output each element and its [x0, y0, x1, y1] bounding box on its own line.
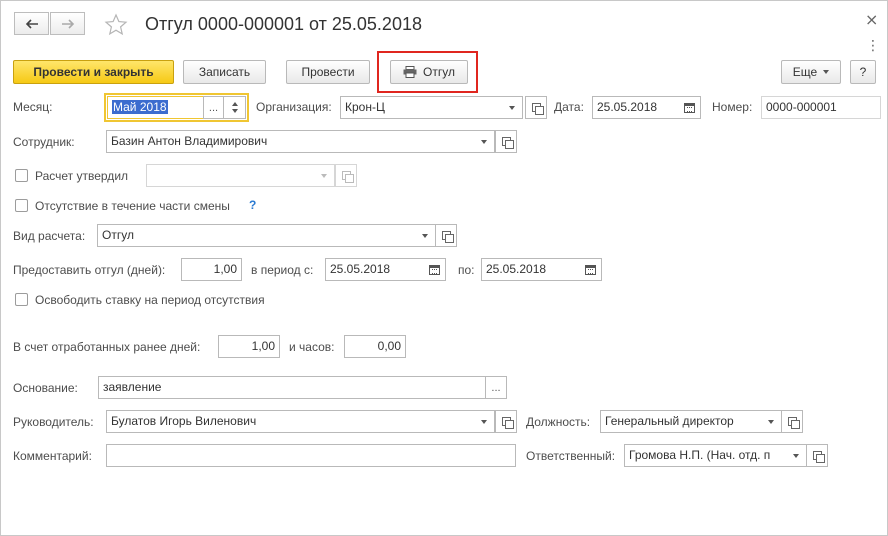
arrow-right-icon: [61, 18, 74, 29]
open-form-icon: [787, 417, 800, 429]
post-button[interactable]: Провести: [286, 60, 370, 84]
month-value: Май 2018: [112, 100, 168, 114]
employee-label: Сотрудник:: [13, 135, 75, 149]
employee-dropdown-button[interactable]: [473, 130, 495, 153]
back-button[interactable]: [14, 12, 49, 35]
approved-label: Расчет утвердил: [35, 169, 129, 183]
chevron-down-icon: [508, 105, 515, 110]
post-and-close-button[interactable]: Провести и закрыть: [13, 60, 174, 84]
employee-open-button[interactable]: [495, 130, 517, 153]
organization-dropdown-button[interactable]: [501, 96, 523, 119]
save-button[interactable]: Записать: [183, 60, 266, 84]
position-dropdown-button[interactable]: [760, 410, 782, 433]
comment-label: Комментарий:: [13, 449, 92, 463]
date-input[interactable]: 25.05.2018: [592, 96, 680, 119]
calc-type-open-button[interactable]: [435, 224, 457, 247]
close-icon[interactable]: ×: [865, 10, 878, 29]
month-spinner[interactable]: [223, 96, 246, 119]
chevron-down-icon: [823, 70, 830, 74]
calc-type-input[interactable]: Отгул: [97, 224, 415, 247]
approved-by-dropdown-button[interactable]: [313, 164, 335, 187]
manager-dropdown-button[interactable]: [473, 410, 495, 433]
partial-shift-help-icon[interactable]: ?: [249, 198, 256, 212]
calc-type-dropdown-button[interactable]: [414, 224, 436, 247]
month-input[interactable]: Май 2018: [107, 96, 205, 119]
partial-shift-label: Отсутствие в течение части смены: [35, 199, 230, 213]
days-label: Предоставить отгул (дней):: [13, 263, 166, 277]
position-input[interactable]: Генеральный директор: [600, 410, 761, 433]
print-button[interactable]: Отгул: [390, 60, 468, 84]
worked-days-input[interactable]: 1,00: [218, 335, 280, 358]
help-button[interactable]: ?: [850, 60, 876, 84]
responsible-input[interactable]: Громова Н.П. (Нач. отд. п: [624, 444, 786, 467]
approved-checkbox[interactable]: [15, 169, 28, 182]
chevron-down-icon: [421, 233, 428, 238]
comment-input[interactable]: [106, 444, 516, 467]
favorite-star-icon[interactable]: [104, 13, 128, 40]
open-form-icon: [812, 451, 825, 463]
basis-picker-button[interactable]: ...: [485, 376, 507, 399]
release-rate-label: Освободить ставку на период отсутствия: [35, 293, 265, 307]
number-input[interactable]: 0000-000001: [761, 96, 881, 119]
period-from-label: в период с:: [251, 263, 314, 277]
month-label: Месяц:: [13, 100, 53, 114]
organization-open-button[interactable]: [525, 96, 547, 119]
page-title: Отгул 0000-000001 от 25.05.2018: [145, 14, 422, 34]
hours-label: и часов:: [289, 340, 335, 354]
period-from-calendar-button[interactable]: [424, 258, 446, 281]
worked-days-label: В счет отработанных ранее дней:: [13, 340, 201, 354]
arrow-left-icon: [25, 18, 38, 29]
manager-open-button[interactable]: [495, 410, 517, 433]
open-form-icon: [441, 231, 454, 243]
responsible-dropdown-button[interactable]: [785, 444, 807, 467]
employee-input[interactable]: Базин Антон Владимирович: [106, 130, 474, 153]
days-input[interactable]: 1,00: [181, 258, 242, 281]
spin-down-icon[interactable]: [231, 109, 238, 113]
open-form-icon: [501, 417, 514, 429]
month-picker-button[interactable]: ...: [203, 96, 224, 119]
calendar-icon: [684, 102, 695, 113]
period-to-label: по:: [458, 263, 475, 277]
more-menu-button[interactable]: Еще: [781, 60, 841, 84]
number-label: Номер:: [712, 100, 753, 114]
hours-input[interactable]: 0,00: [344, 335, 406, 358]
responsible-open-button[interactable]: [806, 444, 828, 467]
calc-type-label: Вид расчета:: [13, 229, 86, 243]
responsible-label: Ответственный:: [526, 449, 616, 463]
period-from-input[interactable]: 25.05.2018: [325, 258, 425, 281]
more-vertical-icon[interactable]: ⋮: [866, 38, 880, 54]
partial-shift-checkbox[interactable]: [15, 199, 28, 212]
chevron-down-icon: [320, 173, 327, 178]
basis-input[interactable]: заявление: [98, 376, 486, 399]
manager-label: Руководитель:: [13, 415, 94, 429]
open-form-icon: [341, 171, 354, 183]
calendar-icon: [585, 264, 596, 275]
position-open-button[interactable]: [781, 410, 803, 433]
calendar-icon: [429, 264, 440, 275]
period-to-input[interactable]: 25.05.2018: [481, 258, 581, 281]
release-rate-checkbox[interactable]: [15, 293, 28, 306]
date-calendar-button[interactable]: [679, 96, 701, 119]
organization-input[interactable]: Крон-Ц: [340, 96, 502, 119]
spin-up-icon[interactable]: [231, 102, 238, 106]
approved-by-open-button[interactable]: [335, 164, 357, 187]
position-label: Должность:: [526, 415, 591, 429]
organization-label: Организация:: [256, 100, 332, 114]
chevron-down-icon: [480, 139, 487, 144]
forward-button[interactable]: [50, 12, 85, 35]
printer-icon: [403, 66, 417, 78]
manager-input[interactable]: Булатов Игорь Виленович: [106, 410, 474, 433]
open-form-icon: [531, 103, 544, 115]
basis-label: Основание:: [13, 381, 78, 395]
open-form-icon: [501, 137, 514, 149]
chevron-down-icon: [480, 419, 487, 424]
approved-by-input[interactable]: [146, 164, 314, 187]
date-label: Дата:: [554, 100, 584, 114]
more-menu-label: Еще: [792, 65, 818, 79]
chevron-down-icon: [767, 419, 774, 424]
period-to-calendar-button[interactable]: [580, 258, 602, 281]
print-button-label: Отгул: [423, 65, 455, 79]
chevron-down-icon: [792, 453, 799, 458]
